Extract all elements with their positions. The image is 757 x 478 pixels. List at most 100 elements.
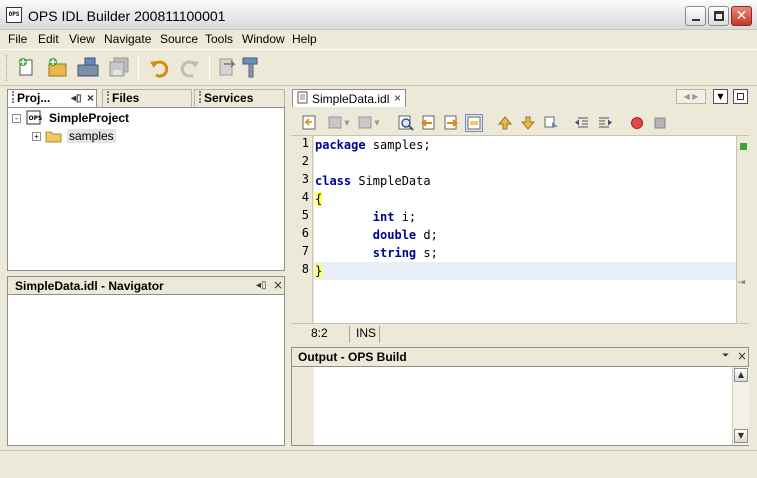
expand-expander-icon[interactable]: + [32,131,41,141]
shift-right-button[interactable] [596,114,614,132]
scroll-up-icon[interactable]: ▲ [734,368,748,382]
code-line[interactable]: package samples; [315,136,431,154]
code-text: samples; [365,138,431,152]
matching-brace: } [315,264,323,278]
tab-services[interactable]: Services [194,89,285,107]
output-gutter [292,367,314,445]
scroll-tabs-buttons[interactable]: ◀ ▶ [676,89,706,104]
tree-item-label: SimpleProject [49,111,130,125]
new-file-button[interactable] [14,54,40,80]
title-bar: OPS OPS IDL Builder 200811100001 ✕ [0,0,757,30]
menu-tools[interactable]: Tools [205,32,233,46]
toggle-bookmark-button[interactable] [542,114,560,132]
code-text: d; [416,228,438,242]
menu-view[interactable]: View [69,32,95,46]
drag-grip-icon [12,91,14,103]
close-panel-icon[interactable]: × [273,278,283,292]
chevron-left-icon[interactable]: ◀ [684,92,690,101]
tree-item-simpleproject[interactable]: - OPS SimpleProject [12,109,129,127]
code-editor[interactable]: package samples; class SimpleData { int … [314,136,736,323]
menu-help[interactable]: Help [292,32,317,46]
next-bookmark-button[interactable] [519,114,537,132]
clean-build-button[interactable] [238,54,264,80]
tab-files-label: Files [112,91,140,105]
editor-tabstrip: SimpleData.idl × ◀ ▶ ▼ [290,87,750,109]
redo-button[interactable] [177,54,203,80]
find-next-icon [444,115,459,130]
line-number: 7 [301,244,309,258]
shift-right-icon [599,117,612,128]
undo-button[interactable] [146,54,172,80]
code-line[interactable]: int i; [315,208,416,226]
toggle-highlight-button[interactable] [465,114,483,132]
save-all-icon [109,57,129,77]
scroll-down-icon[interactable]: ▼ [734,429,748,443]
tab-files[interactable]: Files [102,89,192,107]
code-line[interactable]: string s; [315,244,438,262]
start-macro-button[interactable] [628,114,646,132]
output-header: Output - OPS Build ⏷ × [291,347,749,367]
line-number-gutter: 1 2 3 4 5 6 7 8 [291,136,313,323]
menu-edit[interactable]: Edit [38,32,59,46]
svg-text:OPS: OPS [29,115,43,122]
error-stripe: ⇥ [736,136,749,323]
close-tab-icon[interactable]: × [87,91,94,105]
toolbar-separator [138,56,139,80]
chevron-right-icon[interactable]: ▶ [692,92,698,101]
code-line[interactable]: } [315,262,323,280]
minimize-button[interactable] [685,6,706,26]
close-panel-icon[interactable]: × [737,349,747,363]
back-dropdown[interactable]: ▼ [342,114,352,132]
line-number: 1 [301,136,309,150]
forward-icon [358,116,372,129]
output-scrollbar[interactable]: ▲ ▼ [732,367,749,445]
tab-simpledata-idl[interactable]: SimpleData.idl × [292,89,406,107]
forward-dropdown[interactable]: ▼ [372,114,382,132]
shift-left-button[interactable] [573,114,591,132]
toolbar-grip[interactable] [6,55,9,81]
undo-icon [150,60,169,78]
projects-tabstrip: Proj... ◂▯ × Files Services [7,88,285,108]
tab-services-label: Services [204,91,254,105]
code-line[interactable]: { [315,190,323,208]
last-edit-button[interactable] [301,114,319,132]
find-next-button[interactable] [442,114,460,132]
tree-item-samples[interactable]: + samples [32,127,116,145]
find-previous-button[interactable] [419,114,437,132]
minimize-window-icon[interactable]: ◂▯ [71,93,82,104]
minimize-window-icon[interactable]: ◂▯ [256,280,267,291]
close-button[interactable]: ✕ [731,6,752,26]
navigator-content [7,294,285,446]
editor-status-bar: 8:2 INS [291,323,749,344]
menu-window[interactable]: Window [242,32,285,46]
menu-source[interactable]: Source [160,32,198,46]
build-button[interactable] [214,54,240,80]
menu-file[interactable]: File [8,32,27,46]
stop-macro-button[interactable] [651,114,669,132]
menu-navigate[interactable]: Navigate [104,32,151,46]
document-list-button[interactable]: ▼ [713,89,728,104]
line-number: 2 [301,154,309,168]
maximize-button[interactable] [708,6,729,26]
project-icon: OPS [26,110,43,125]
save-all-button[interactable] [106,54,132,80]
collapse-expander-icon[interactable]: - [12,113,21,123]
code-line[interactable]: class SimpleData [315,172,431,190]
new-project-button[interactable] [44,54,70,80]
tab-projects[interactable]: Proj... ◂▯ × [7,89,97,107]
stop-icon [654,117,666,129]
open-project-button[interactable] [75,54,101,80]
minimize-window-icon[interactable]: ⏷ [722,351,729,361]
maximize-editor-button[interactable] [733,89,748,104]
search-icon [398,115,414,131]
main-toolbar [0,49,757,86]
drag-grip-icon [107,91,109,103]
find-selection-button[interactable] [397,114,415,132]
tab-projects-label: Proj... [17,91,51,105]
keyword: class [315,174,352,188]
editor-toolbar: ▼ ▼ [291,110,749,136]
code-line[interactable]: double d; [315,226,438,244]
close-tab-icon[interactable]: × [394,91,401,105]
toolbar-separator [209,56,210,80]
previous-bookmark-button[interactable] [496,114,514,132]
